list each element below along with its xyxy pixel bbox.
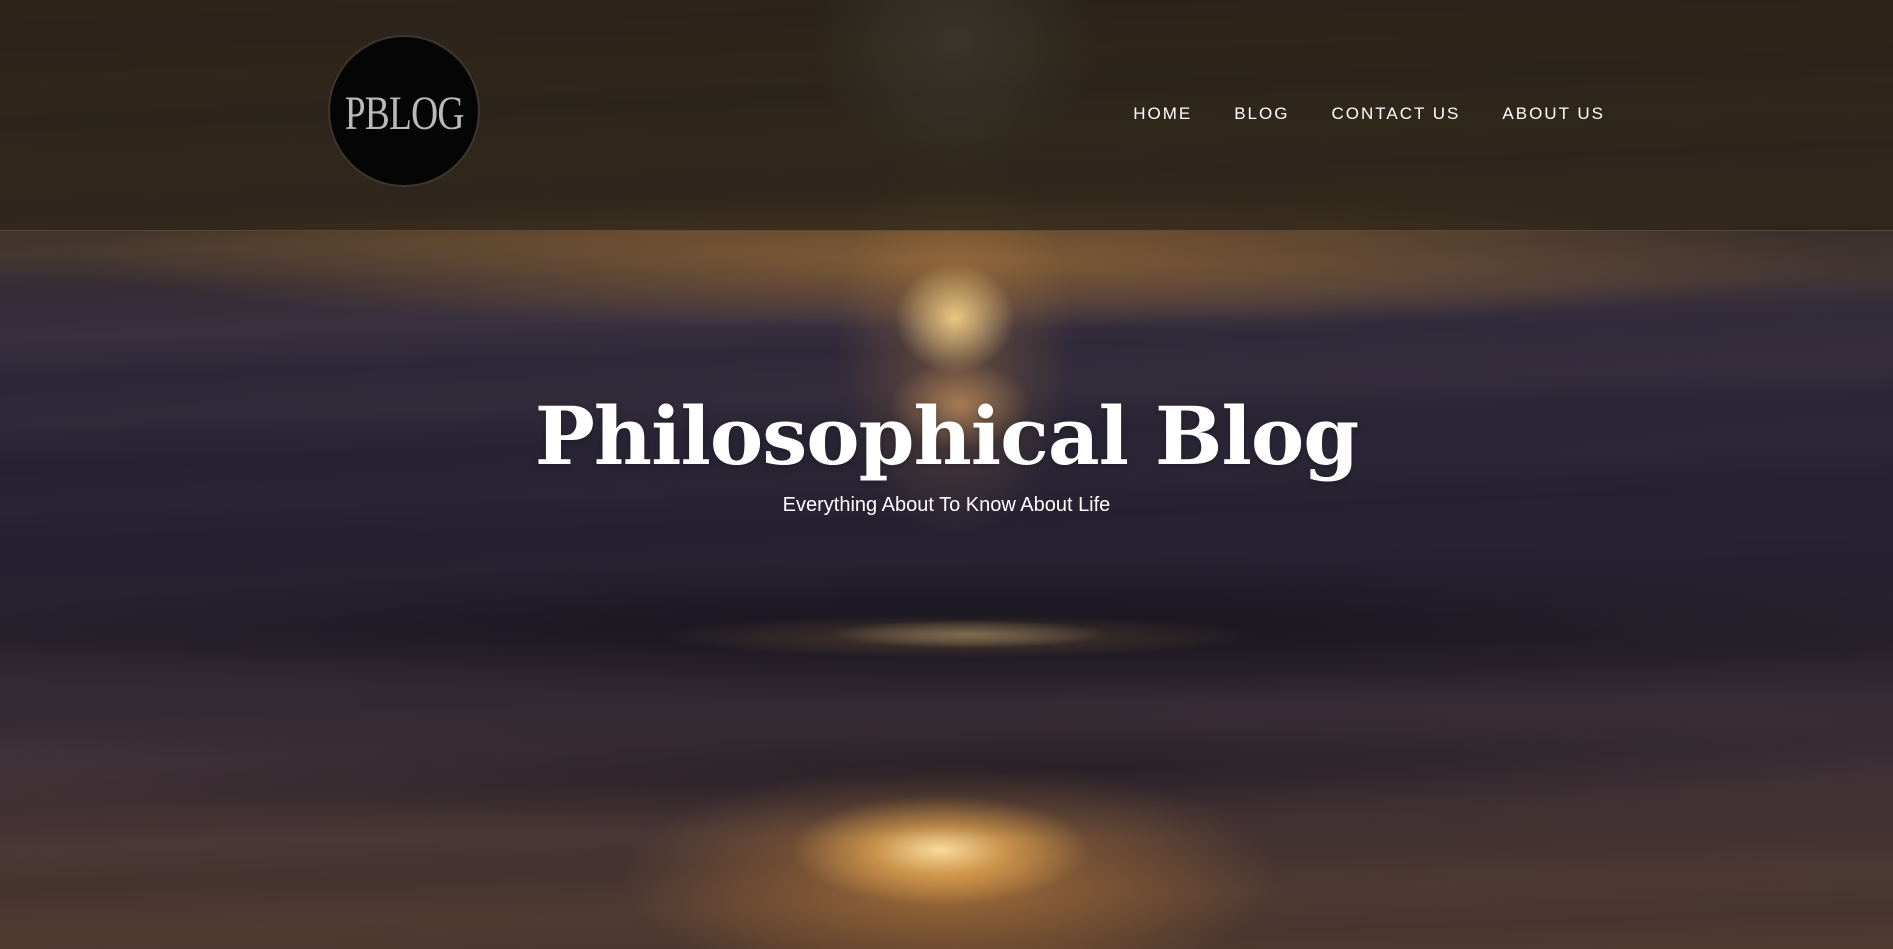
site-header: PBLOG HOME BLOG CONTACT US ABOUT US	[0, 0, 1893, 231]
wave-shadow	[0, 700, 1893, 840]
page: PBLOG HOME BLOG CONTACT US ABOUT US Phil…	[0, 0, 1893, 949]
nav-item-contact-us[interactable]: CONTACT US	[1331, 104, 1460, 124]
nav-item-home[interactable]: HOME	[1133, 104, 1192, 124]
site-logo[interactable]: PBLOG	[328, 35, 480, 187]
logo-text: PBLOG	[344, 86, 465, 140]
nav-item-about-us[interactable]: ABOUT US	[1502, 104, 1605, 124]
hero-title: Philosophical Blog	[534, 389, 1359, 483]
nav-item-blog[interactable]: BLOG	[1234, 104, 1289, 124]
hero-section: Philosophical Blog Everything About To K…	[0, 390, 1893, 517]
hero-subtitle: Everything About To Know About Life	[782, 494, 1111, 516]
wave-shadow	[0, 560, 1893, 700]
main-nav: HOME BLOG CONTACT US ABOUT US	[1091, 104, 1605, 124]
